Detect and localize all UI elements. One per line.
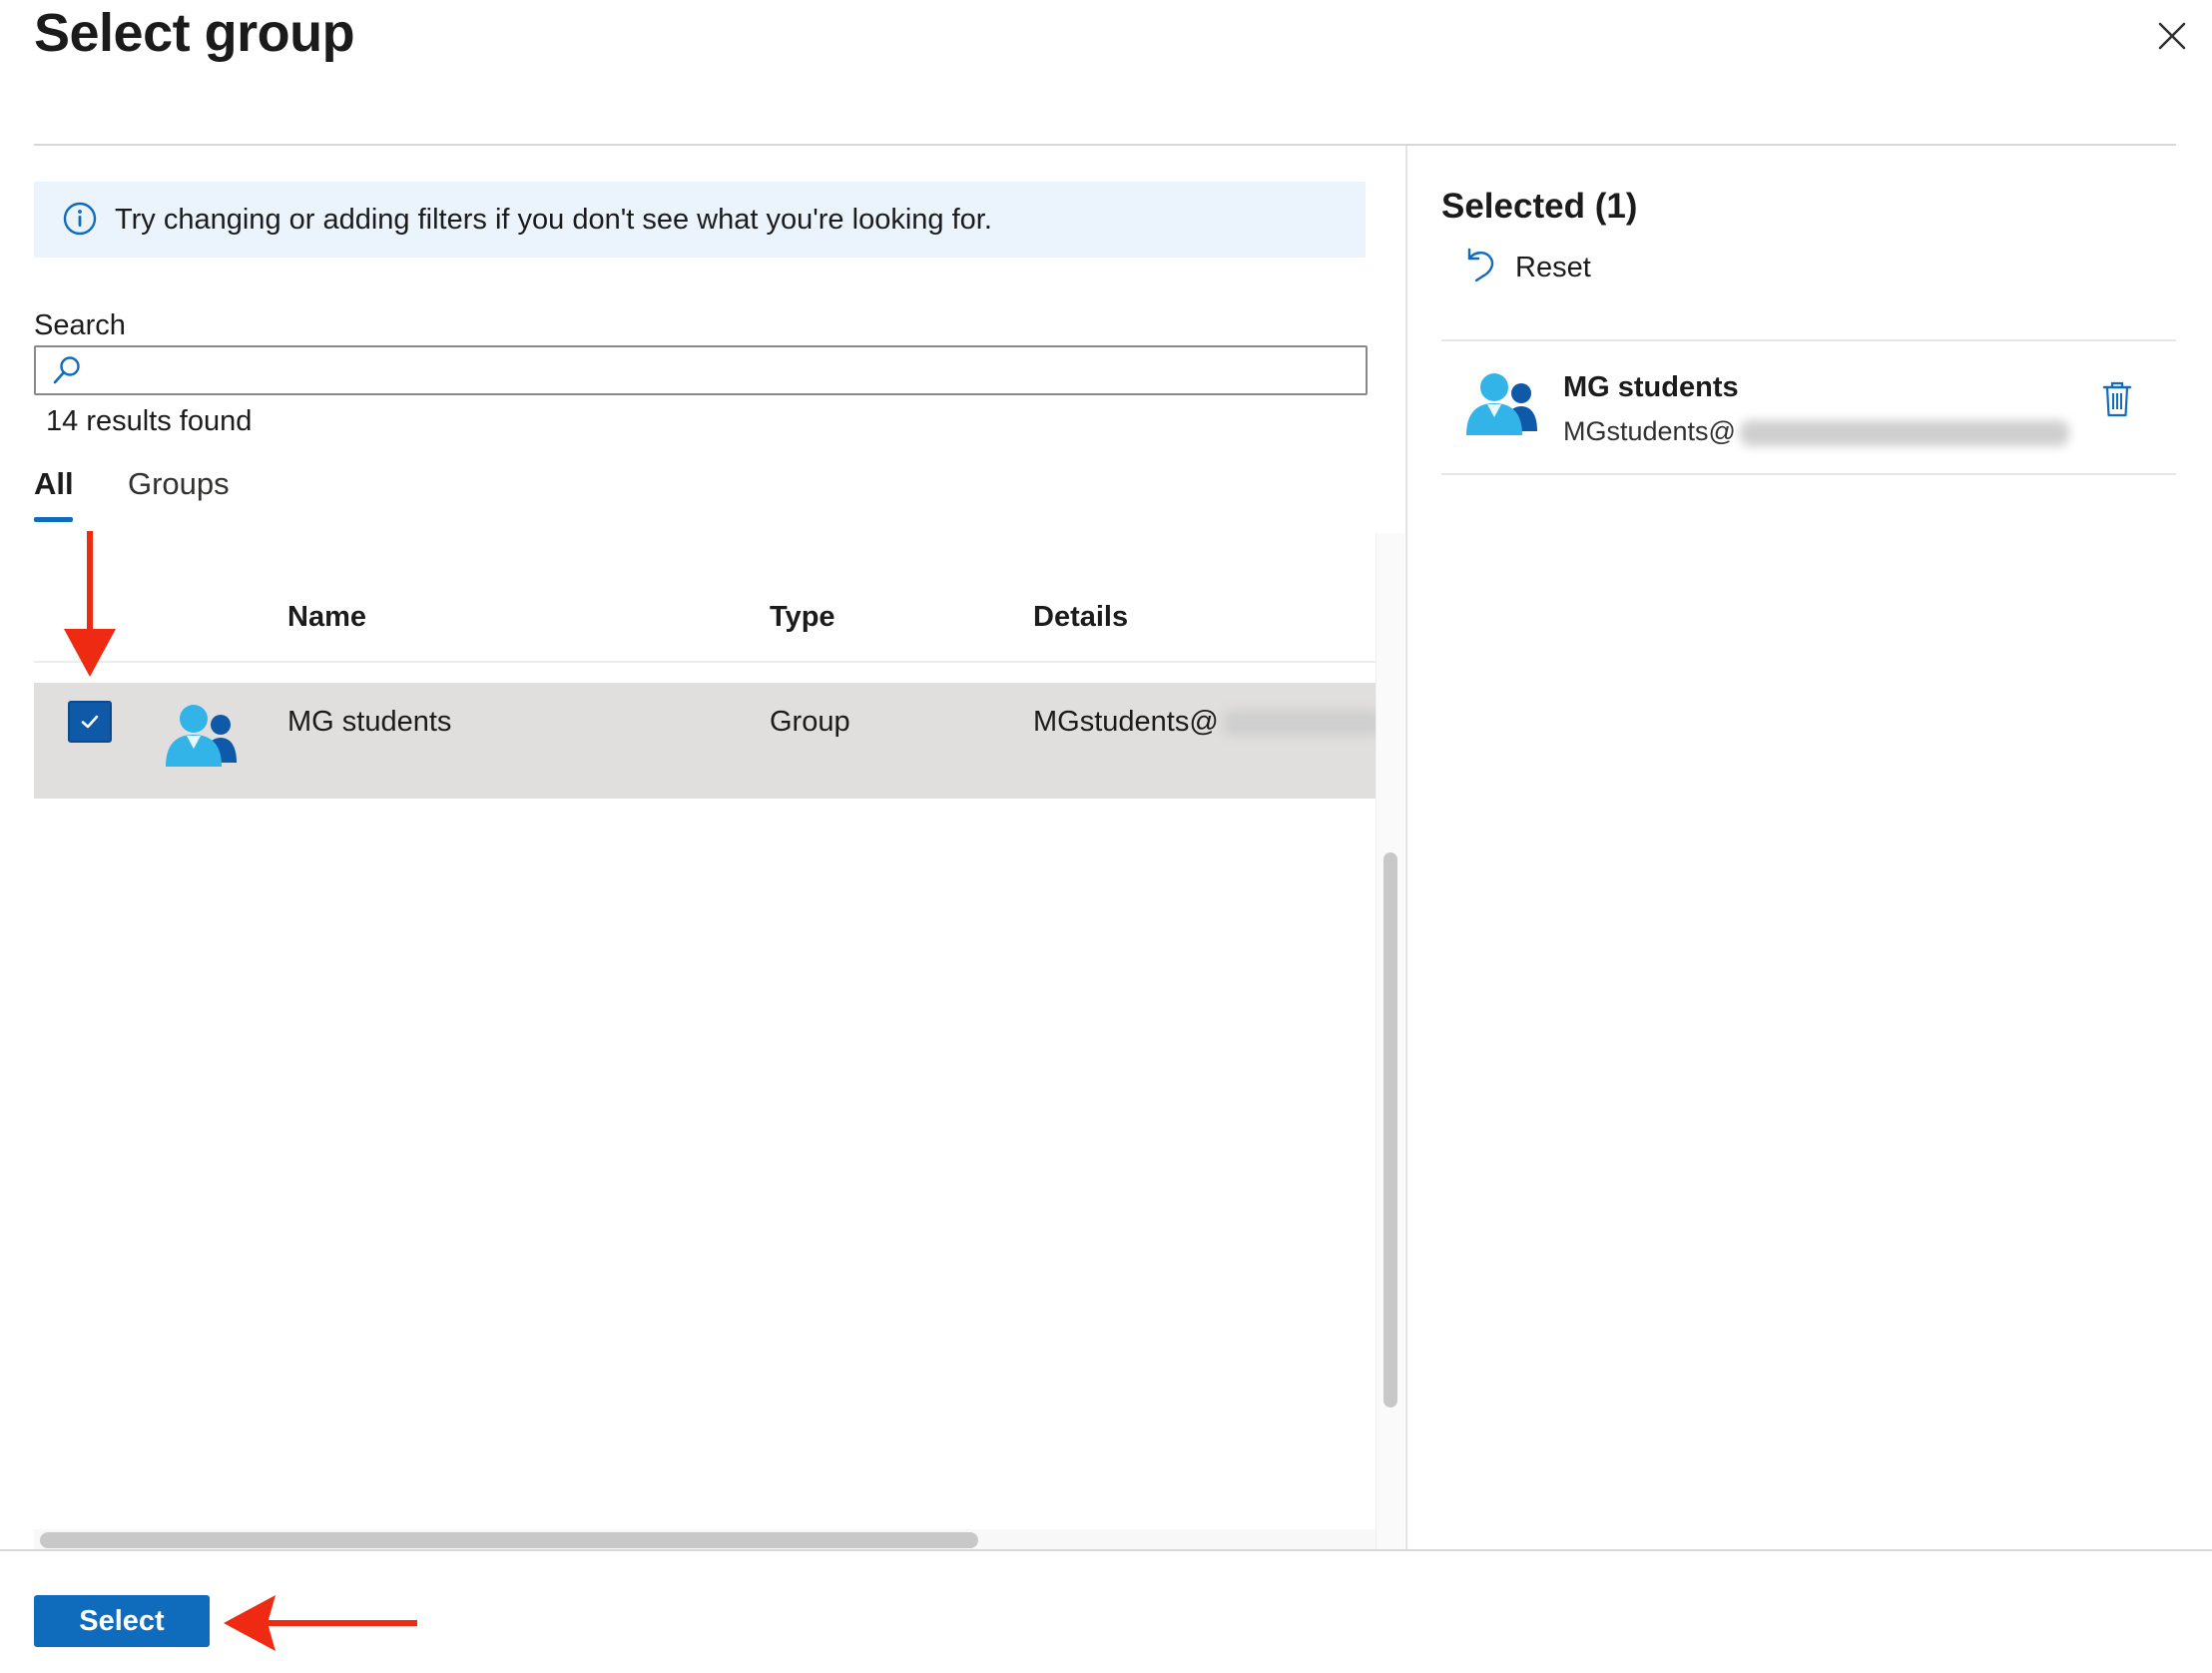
trash-icon[interactable] <box>2100 379 2134 419</box>
panel-title: Select group <box>34 3 355 63</box>
row-details: MGstudents@ <box>1033 701 1382 743</box>
footer-divider <box>0 1549 2212 1551</box>
row-name: MG students <box>287 706 452 738</box>
search-input[interactable] <box>96 349 1358 393</box>
selected-title: Selected (1) <box>1441 187 1638 226</box>
selected-divider-bottom <box>1441 473 2176 475</box>
results-count: 14 results found <box>46 405 253 437</box>
horizontal-scrollbar-thumb[interactable] <box>40 1532 978 1548</box>
close-icon[interactable] <box>2152 16 2192 56</box>
column-header-type[interactable]: Type <box>770 597 835 637</box>
tab-all[interactable]: All <box>34 463 74 505</box>
info-icon <box>62 201 98 237</box>
active-tab-indicator <box>34 517 73 522</box>
checkmark-icon <box>81 715 99 729</box>
annotation-arrow-left <box>222 1591 417 1655</box>
selected-item-email: MGstudents@ <box>1563 411 2069 451</box>
annotation-arrow-down <box>60 531 120 681</box>
column-header-name[interactable]: Name <box>287 597 366 637</box>
row-type: Group <box>770 706 850 738</box>
reset-icon[interactable] <box>1463 246 1497 283</box>
info-message: Try changing or adding filters if you do… <box>115 204 992 236</box>
reset-button[interactable]: Reset <box>1515 248 1591 287</box>
vertical-scrollbar-thumb[interactable] <box>1383 852 1397 1407</box>
group-icon <box>1463 369 1547 439</box>
redacted-domain <box>1222 710 1382 737</box>
row-details-text: MGstudents@ <box>1033 706 1219 738</box>
group-icon <box>163 701 247 771</box>
select-button[interactable]: Select <box>34 1595 210 1647</box>
selected-item-name: MG students <box>1563 371 1739 403</box>
column-header-details[interactable]: Details <box>1033 597 1128 637</box>
row-checkbox[interactable] <box>68 701 112 743</box>
tab-groups[interactable]: Groups <box>128 463 230 505</box>
redacted-domain <box>1739 419 2069 446</box>
selected-item-email-text: MGstudents@ <box>1563 416 1736 446</box>
search-icon <box>50 353 84 387</box>
selected-divider-top <box>1441 339 2176 341</box>
header-divider <box>34 144 2176 146</box>
panel-divider <box>1405 146 1407 1549</box>
search-label: Search <box>34 309 126 341</box>
table-header-divider <box>34 661 1376 663</box>
